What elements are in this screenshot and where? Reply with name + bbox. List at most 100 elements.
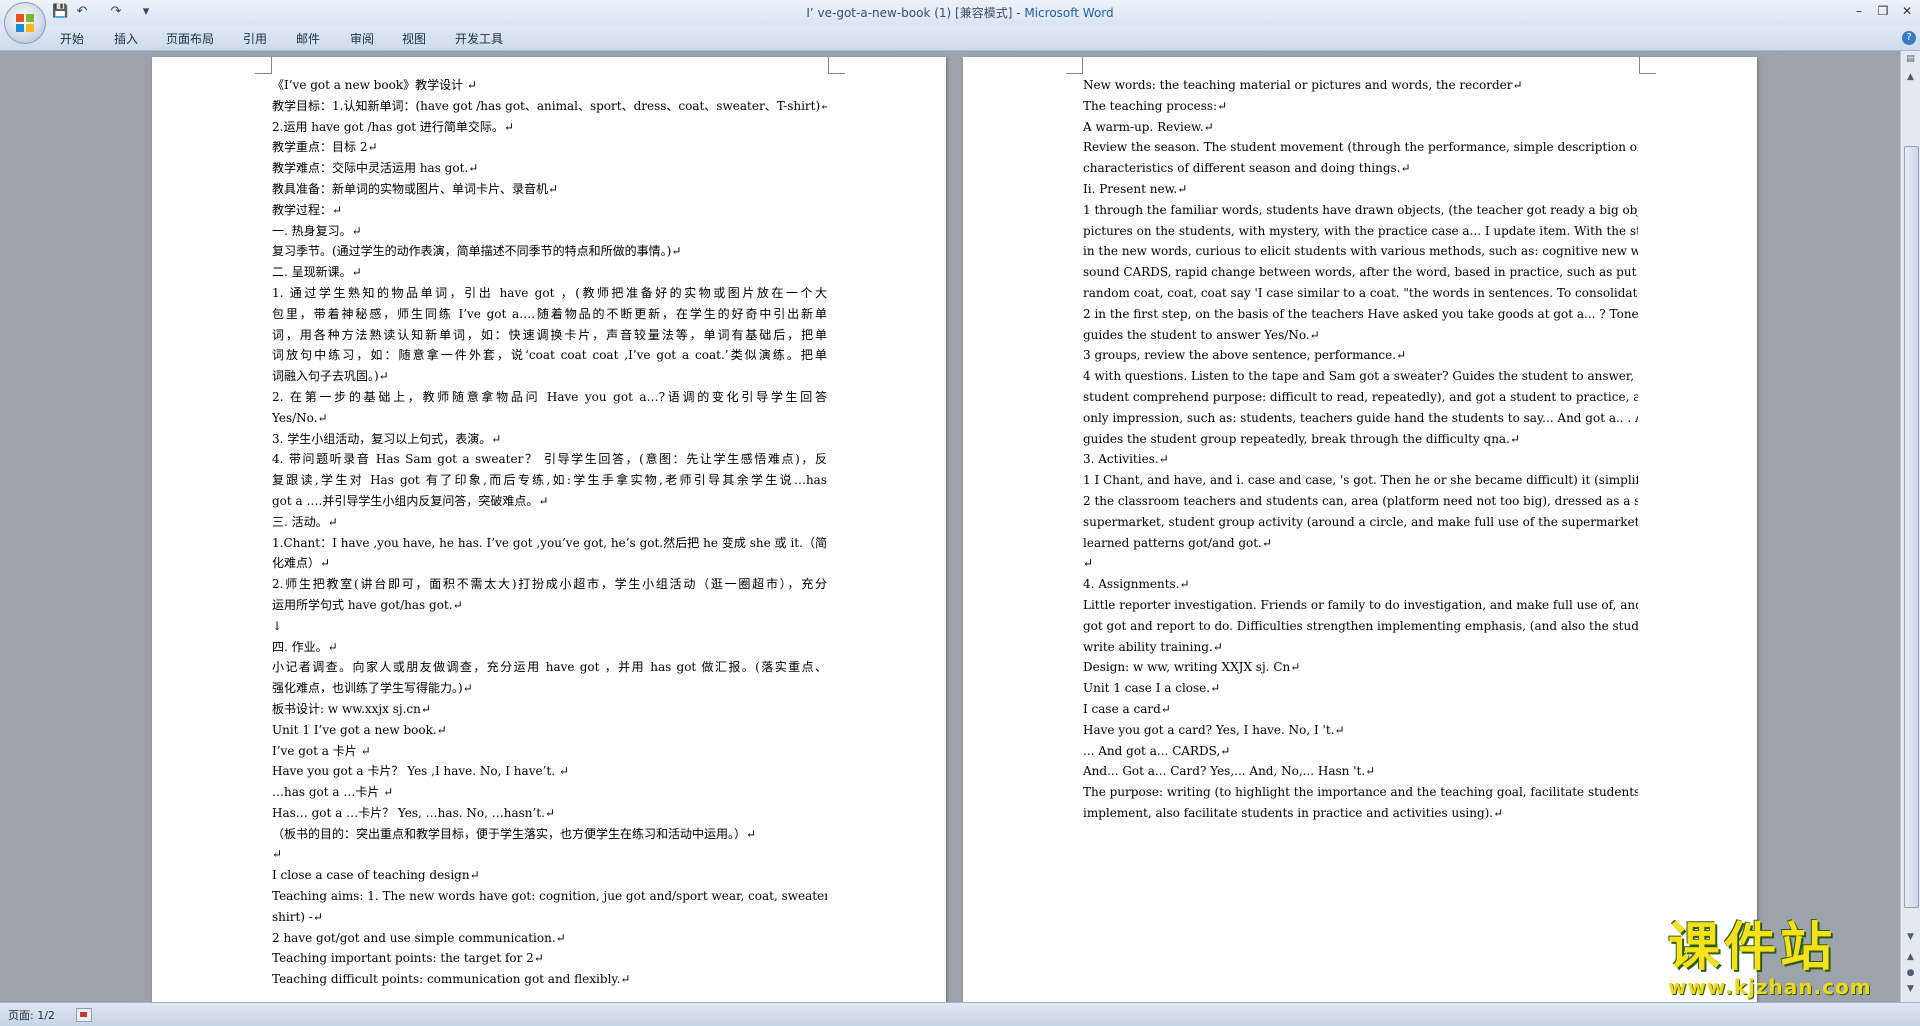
margin-mark <box>1066 57 1083 74</box>
text-line: Have you got a card? Yes, I have. No, I … <box>1083 722 1345 737</box>
text-line: random coat, coat, coat say 'I case simi… <box>1083 285 1638 300</box>
text-line: 1.Chant：I have ,you have, he has. I’ve g… <box>272 535 827 550</box>
margin-mark <box>255 57 272 74</box>
text-line: Ii. Present new.↵ <box>1083 181 1188 196</box>
text-line: 化难点）↵ <box>272 556 331 571</box>
text-line: Have you got a 卡片？ Yes ,I have. No, I ha… <box>272 764 569 779</box>
ruler-toggle-icon[interactable]: ▤ <box>1904 53 1917 65</box>
tab-mailings[interactable]: 邮件 <box>296 30 320 47</box>
text-line: Unit 1 case I a close.↵ <box>1083 681 1221 696</box>
app-name: Microsoft Word <box>1024 6 1114 20</box>
text-line: 2 the classroom teachers and students ca… <box>1083 493 1638 508</box>
watermark-url: www.kjzhan.com <box>1668 975 1872 999</box>
text-line: 2 in the first step, on the basis of the… <box>1083 306 1638 321</box>
text-line: 1 I Chant, and have, and i. case and cas… <box>1083 473 1638 488</box>
text-line: 词融入句子去巩固。)↵ <box>272 369 389 384</box>
text-line: Review the season. The student movement … <box>1083 140 1638 155</box>
watermark-text: 课件站 <box>1668 918 1837 978</box>
text-line: ↵ <box>272 847 283 862</box>
help-icon[interactable]: ? <box>1902 31 1916 45</box>
previous-page-icon[interactable]: ▲ <box>1904 951 1917 963</box>
tab-developer[interactable]: 开发工具 <box>455 30 503 47</box>
close-icon[interactable]: ✕ <box>1896 2 1918 20</box>
document-title: I’ ve-got-a-new-book (1) [兼容模式] - <box>806 6 1025 20</box>
text-line: got a ….并引导学生小组内反复问答，突破难点。↵ <box>272 493 549 508</box>
text-line: write ability training.↵ <box>1083 639 1223 654</box>
text-line: ↓ <box>272 618 283 633</box>
text-line: Little reporter investigation. Friends o… <box>1083 597 1638 612</box>
text-line: Unit 1 I’ve got a new book.↵ <box>272 722 447 737</box>
minimize-icon[interactable]: – <box>1848 2 1870 20</box>
text-line: implement, also facilitate students in p… <box>1083 805 1504 820</box>
text-line: 二. 呈现新课。↵ <box>272 265 362 280</box>
select-browse-object-icon[interactable]: ● <box>1904 967 1917 979</box>
text-line: 四. 作业。↵ <box>272 639 338 654</box>
text-line: Has… got a …卡片？ Yes, …has. No, …hasn’t.↵ <box>272 805 555 820</box>
text-line: 《I’ve got a new book》教学设计 ↵ <box>272 78 477 92</box>
text-line: I case a card↵ <box>1083 701 1171 716</box>
text-line: 教学难点：交际中灵活运用 has got.↵ <box>272 161 479 176</box>
text-line: 4 with questions. Listen to the tape and… <box>1083 369 1638 384</box>
margin-mark <box>1639 57 1656 74</box>
vertical-scrollbar[interactable]: ▤ ▲ ▼ ▲ ● ▼ <box>1900 51 1920 1002</box>
text-line: …has got a …卡片 ↵ <box>272 785 394 800</box>
text-line: 运用所学句式 have got/has got.↵ <box>272 597 463 612</box>
tab-page-layout[interactable]: 页面布局 <box>166 30 214 47</box>
text-line: 词，用各种方法熟读认知新单词，如：快速调换卡片，声音较量法等，单词有基础后，把单 <box>272 327 827 342</box>
text-line: in the new words, curious to elicit stud… <box>1083 244 1638 259</box>
document-area: 《I’ve got a new book》教学设计 ↵ 教学目标：1.认知新单词：… <box>0 51 1900 1002</box>
text-line: got got and report to do. Difficulties s… <box>1083 618 1638 633</box>
text-line: 板书设计: w ww.xxjx sj.cn↵ <box>272 701 431 716</box>
text-line: The teaching process:↵ <box>1083 98 1228 113</box>
page-2-text[interactable]: New words: the teaching material or pict… <box>1083 75 1638 824</box>
text-line: ↵ <box>1083 556 1094 571</box>
maximize-icon[interactable]: ❐ <box>1872 2 1894 20</box>
margin-mark <box>828 57 845 74</box>
office-logo-icon <box>16 14 34 32</box>
text-line: 复跟读,学生对 Has got 有了印象,而后专练,如:学生手拿实物,老师引导其… <box>272 473 827 488</box>
text-line: 4. 带问题听录音 Has Sam got a sweater？ 引导学生回答，… <box>272 452 827 467</box>
text-line: 2.运用 have got /has got 进行简单交际。↵ <box>272 119 514 134</box>
page-1-text[interactable]: 《I’ve got a new book》教学设计 ↵ 教学目标：1.认知新单词：… <box>272 75 827 990</box>
tab-home[interactable]: 开始 <box>60 30 84 47</box>
page-1[interactable]: 《I’ve got a new book》教学设计 ↵ 教学目标：1.认知新单词：… <box>152 57 946 1002</box>
page-2[interactable]: New words: the teaching material or pict… <box>963 57 1757 1002</box>
text-line: 教学重点：目标 2↵ <box>272 140 378 155</box>
scroll-thumb[interactable] <box>1904 146 1919 908</box>
text-line: 3. Activities.↵ <box>1083 452 1169 467</box>
text-line: Teaching difficult points: communication… <box>272 972 631 987</box>
scroll-up-icon[interactable]: ▲ <box>1904 71 1917 83</box>
tab-review[interactable]: 审阅 <box>350 30 374 47</box>
text-line: characteristics of different season and … <box>1083 161 1411 176</box>
text-line: 词放句中练习，如：随意拿一件外套，说‘coat coat coat ,I’ve … <box>272 348 827 363</box>
text-line: New words: the teaching material or pict… <box>1083 78 1523 92</box>
text-line: sound CARDS, rapid change between words,… <box>1083 265 1638 280</box>
watermark-logo: 课件站 www.kjzhan.com <box>1668 920 1898 1000</box>
tab-view[interactable]: 视图 <box>402 30 426 47</box>
text-line: 4. Assignments.↵ <box>1083 577 1190 592</box>
text-line: 2.师生把教室(讲台即可，面积不需太大)打扮成小超市，学生小组活动（逛一圈超市）… <box>272 577 827 592</box>
office-button[interactable] <box>4 2 46 44</box>
text-line: 2 have got/got and use simple communicat… <box>272 930 566 945</box>
text-line: ... And got a... CARDS,↵ <box>1083 743 1231 758</box>
tab-references[interactable]: 引用 <box>243 30 267 47</box>
page-counter[interactable]: 页面: 1/2 <box>8 1007 55 1023</box>
text-line: I close a case of teaching design↵ <box>272 868 480 883</box>
text-line: 1. 通过学生熟知的物品单词，引出 have got ，(教师把准备好的实物或图… <box>272 285 827 300</box>
text-line: 教具准备：新单词的实物或图片、单词卡片、录音机↵ <box>272 181 559 196</box>
text-line: 一. 热身复习。↵ <box>272 223 362 238</box>
text-line: 复习季节。(通过学生的动作表演，简单描述不同季节的特点和所做的事情。)↵ <box>272 244 682 259</box>
text-line: Design: w ww, writing XXJX sj. Cn↵ <box>1083 660 1301 675</box>
tab-insert[interactable]: 插入 <box>114 30 138 47</box>
text-line: 3 groups, review the above sentence, per… <box>1083 348 1407 363</box>
proofing-icon[interactable] <box>76 1008 92 1022</box>
status-bar: 页面: 1/2 <box>0 1002 1920 1026</box>
text-line: guides the student to answer Yes/No.↵ <box>1083 327 1320 342</box>
text-line: 教学过程：↵ <box>272 202 343 217</box>
text-line: Yes/No.↵ <box>272 410 328 425</box>
next-page-icon[interactable]: ▼ <box>1904 983 1917 995</box>
text-line: 三. 活动。↵ <box>272 514 338 529</box>
window-title: I’ ve-got-a-new-book (1) [兼容模式] - Micros… <box>0 4 1920 21</box>
scroll-down-icon[interactable]: ▼ <box>1904 931 1917 943</box>
text-line: Teaching aims: 1. The new words have got… <box>272 889 827 904</box>
